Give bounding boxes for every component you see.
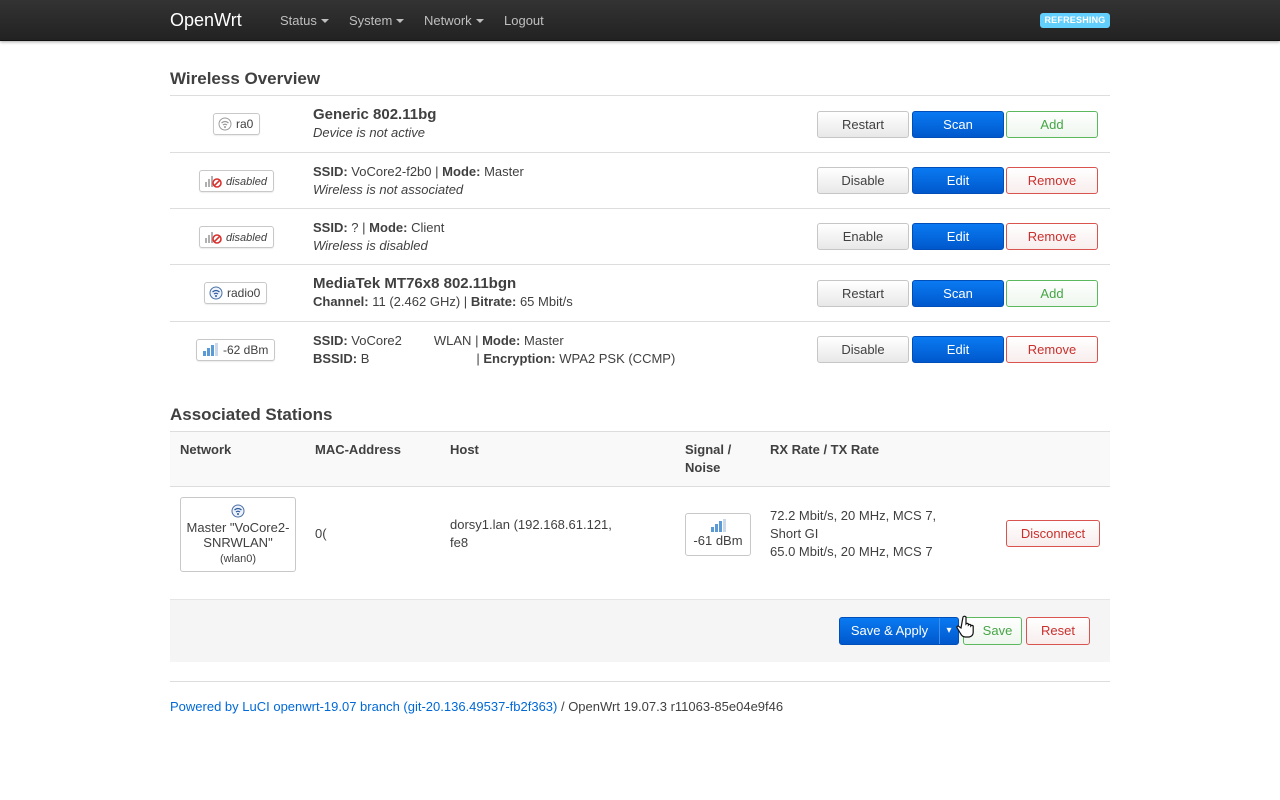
ssid-value: ?	[351, 220, 359, 235]
disconnect-button[interactable]: Disconnect	[1006, 520, 1100, 547]
ssid-value: VoCore2-f2b0	[351, 164, 432, 179]
scan-button[interactable]: Scan	[912, 280, 1004, 307]
remove-button[interactable]: Remove	[1006, 167, 1098, 194]
refreshing-badge[interactable]: REFRESHING	[1040, 13, 1110, 28]
save-apply-button[interactable]: Save & Apply	[840, 618, 939, 644]
divider	[170, 264, 1110, 265]
station-signal-card: -61 dBm	[685, 513, 751, 556]
ssid-value: VoCore2	[351, 333, 402, 348]
station-mac: 0(	[315, 526, 327, 541]
add-button[interactable]: Add	[1006, 111, 1098, 138]
wifi-active-icon	[231, 504, 245, 518]
disable-button[interactable]: Disable	[817, 336, 909, 363]
divider	[170, 208, 1110, 209]
menu-status[interactable]: Status	[280, 13, 329, 29]
divider	[170, 95, 1110, 96]
caret-down-icon	[320, 18, 329, 23]
column-header-mac: MAC-Address	[315, 442, 401, 457]
bitrate-value: 65 Mbit/s	[519, 294, 573, 309]
encryption-value: WPA2 PSK (CCMP)	[559, 351, 676, 366]
hand-cursor-icon	[956, 615, 974, 638]
device-info-radio0: MediaTek MT76x8 802.11bgn Channel: 11 (2…	[313, 275, 573, 309]
caret-down-icon	[475, 18, 484, 23]
edit-button[interactable]: Edit	[912, 223, 1004, 250]
column-header-host: Host	[450, 442, 479, 457]
edit-button[interactable]: Edit	[912, 167, 1004, 194]
footer: Powered by LuCI openwrt-19.07 branch (gi…	[170, 699, 783, 715]
luci-version-link[interactable]: Powered by LuCI openwrt-19.07 branch (gi…	[170, 699, 557, 714]
network-info-master-wlan: SSID: VoCore2 WLAN | Mode: Master BSSID: …	[313, 333, 676, 366]
device-status: Device is not active	[313, 125, 425, 140]
divider	[170, 681, 1110, 682]
signal-strength-icon	[711, 519, 726, 532]
bssid-value: B	[360, 351, 370, 366]
top-navbar: OpenWrt Status System Network Logout REF…	[0, 0, 1280, 41]
scan-button[interactable]: Scan	[912, 111, 1004, 138]
mode-value: Master	[484, 164, 524, 179]
network-info-vocore2-f2b0: SSID: VoCore2-f2b0 | Mode: Master Wirele…	[313, 164, 524, 197]
network-badge-disabled: disabled	[199, 226, 274, 248]
signal-strength-icon	[203, 343, 218, 357]
device-title: MediaTek MT76x8 802.11bgn	[313, 275, 517, 292]
wifi-inactive-icon	[218, 117, 232, 131]
column-header-network: Network	[180, 442, 232, 457]
signal-badge: -62 dBm	[196, 339, 276, 361]
wifi-disabled-icon	[205, 232, 222, 245]
device-title: Generic 802.11bg	[313, 106, 437, 123]
wifi-disabled-icon	[205, 176, 222, 189]
divider	[170, 431, 1110, 432]
menu-system[interactable]: System	[349, 13, 405, 29]
disable-button[interactable]: Disable	[817, 167, 909, 194]
network-badge-disabled: disabled	[199, 170, 274, 192]
divider	[170, 321, 1110, 322]
wifi-active-icon	[209, 286, 223, 300]
caret-down-icon	[396, 18, 405, 23]
add-button[interactable]: Add	[1006, 280, 1098, 307]
stations-table-header	[170, 431, 1110, 487]
divider	[170, 152, 1110, 153]
reset-button[interactable]: Reset	[1026, 617, 1090, 645]
device-badge-ra0: ra0	[213, 113, 261, 135]
wireless-overview-title: Wireless Overview	[170, 69, 321, 88]
restart-button[interactable]: Restart	[817, 111, 909, 138]
firmware-version: / OpenWrt 19.07.3 r11063-85e04e9f46	[557, 699, 784, 714]
station-host: dorsy1.lan (192.168.61.121, fe8	[450, 517, 612, 550]
enable-button[interactable]: Enable	[817, 223, 909, 250]
channel-value: 11 (2.462 GHz)	[372, 294, 461, 309]
network-status: Wireless is disabled	[313, 238, 428, 253]
brand-logo[interactable]: OpenWrt	[170, 9, 242, 31]
divider	[170, 486, 1110, 487]
network-info-client: SSID: ? | Mode: Client Wireless is disab…	[313, 220, 445, 253]
edit-button[interactable]: Edit	[912, 336, 1004, 363]
remove-button[interactable]: Remove	[1006, 223, 1098, 250]
menu-network[interactable]: Network	[424, 13, 484, 29]
column-header-signal: Signal / Noise	[685, 442, 732, 475]
device-info-ra0: Generic 802.11bg Device is not active	[313, 106, 436, 142]
save-apply-split-button[interactable]: Save & Apply ▾	[839, 617, 959, 645]
remove-button[interactable]: Remove	[1006, 336, 1098, 363]
column-header-rates: RX Rate / TX Rate	[770, 442, 880, 457]
associated-stations-title: Associated Stations	[170, 405, 333, 424]
menu-logout[interactable]: Logout	[504, 13, 544, 29]
station-network-card: Master "VoCore2- SNRWLAN" (wlan0)	[180, 497, 296, 572]
station-rates: 72.2 Mbit/s, 20 MHz, MCS 7, Short GI 65.0 …	[770, 508, 937, 559]
device-badge-radio0: radio0	[204, 282, 268, 304]
network-status: Wireless is not associated	[313, 182, 464, 197]
restart-button[interactable]: Restart	[817, 280, 909, 307]
mode-value: Master	[524, 333, 564, 348]
mode-value: Client	[411, 220, 445, 235]
